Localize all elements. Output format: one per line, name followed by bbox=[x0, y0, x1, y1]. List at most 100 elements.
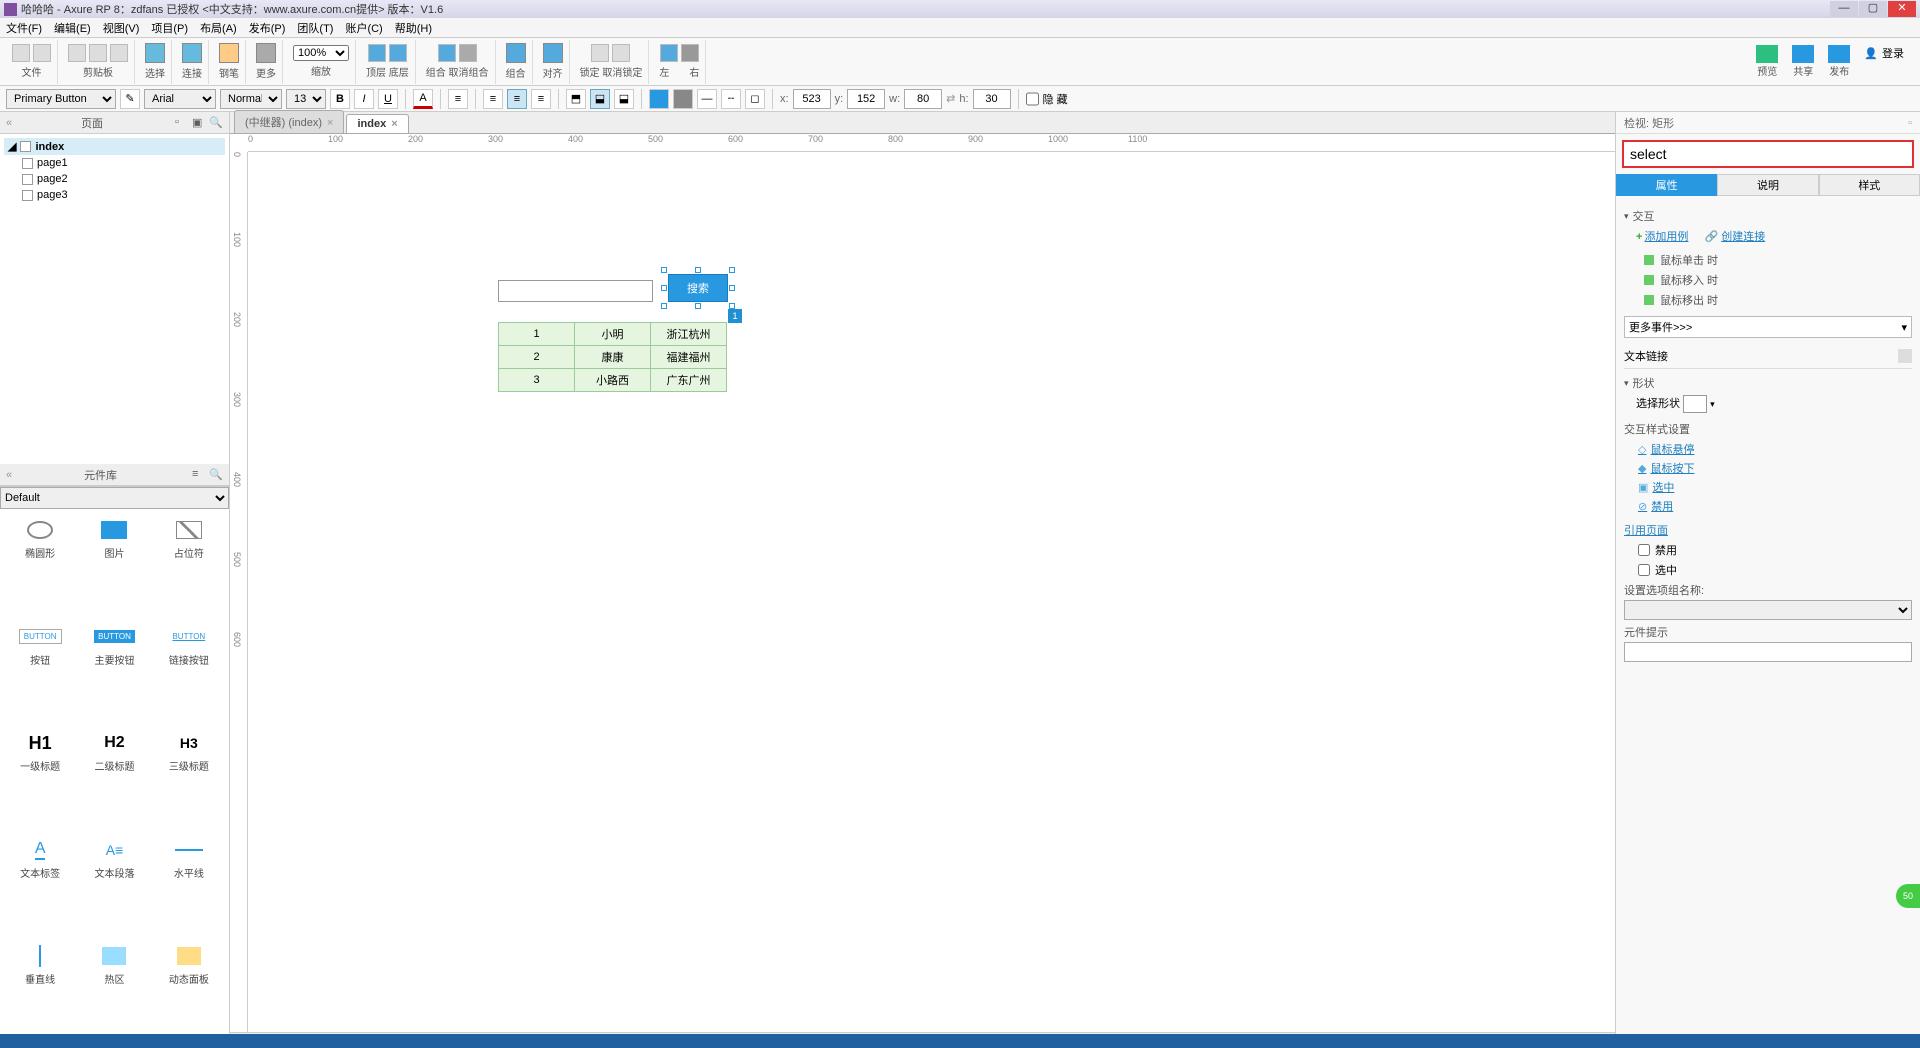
widget-type-select[interactable]: Primary Button bbox=[6, 89, 116, 109]
minimize-button[interactable]: — bbox=[1830, 1, 1858, 17]
shape-selector[interactable] bbox=[1683, 395, 1707, 413]
w-input[interactable] bbox=[904, 89, 942, 109]
open-icon[interactable] bbox=[33, 44, 51, 62]
search-pages-icon[interactable]: 🔍 bbox=[209, 116, 223, 130]
widget-H2[interactable]: H2二级标题 bbox=[78, 726, 150, 831]
table-cell[interactable]: 小路西 bbox=[575, 369, 651, 392]
inspector-tab-说明[interactable]: 说明 bbox=[1717, 174, 1818, 196]
hidden-checkbox[interactable] bbox=[1026, 89, 1039, 109]
group-icon[interactable] bbox=[438, 44, 456, 62]
weight-select[interactable]: Normal bbox=[220, 89, 282, 109]
table-cell[interactable]: 康康 bbox=[575, 346, 651, 369]
lock-icon[interactable] bbox=[591, 44, 609, 62]
zoom-select[interactable]: 100% bbox=[293, 45, 349, 61]
y-input[interactable] bbox=[847, 89, 885, 109]
lib-search-icon[interactable]: 🔍 bbox=[209, 468, 223, 482]
menu-item[interactable]: 编辑(E) bbox=[54, 20, 91, 36]
widget-primary-button[interactable]: BUTTON主要按钮 bbox=[78, 620, 150, 725]
inspector-tab-属性[interactable]: 属性 bbox=[1616, 174, 1717, 196]
inspector-tab-样式[interactable]: 样式 bbox=[1819, 174, 1920, 196]
new-icon[interactable] bbox=[12, 44, 30, 62]
left-dock-icon[interactable] bbox=[660, 44, 678, 62]
align-center-button[interactable]: ≡ bbox=[507, 89, 527, 109]
close-button[interactable]: ✕ bbox=[1888, 1, 1916, 17]
cut-icon[interactable] bbox=[68, 44, 86, 62]
menu-item[interactable]: 文件(F) bbox=[6, 20, 42, 36]
valign-top-button[interactable]: ⬒ bbox=[566, 89, 586, 109]
unlock-icon[interactable] bbox=[612, 44, 630, 62]
pen-icon[interactable] bbox=[219, 43, 239, 63]
table-cell[interactable]: 3 bbox=[499, 369, 575, 392]
style-manager-icon[interactable]: ✎ bbox=[120, 89, 140, 109]
ungroup-icon[interactable] bbox=[459, 44, 477, 62]
bullets-button[interactable]: ≡ bbox=[448, 89, 468, 109]
ref-page-link[interactable]: 引用页面 bbox=[1624, 522, 1912, 538]
widget-H1[interactable]: H1一级标题 bbox=[4, 726, 76, 831]
menu-item[interactable]: 团队(T) bbox=[297, 20, 333, 36]
widget-button[interactable]: BUTTON按钮 bbox=[4, 620, 76, 725]
editor-tab[interactable]: index× bbox=[346, 114, 408, 133]
page-item[interactable]: page3 bbox=[4, 187, 225, 203]
option-group-select[interactable] bbox=[1624, 600, 1912, 620]
front-icon[interactable] bbox=[368, 44, 386, 62]
widget-vline[interactable]: 垂直线 bbox=[4, 939, 76, 1044]
search-textfield[interactable] bbox=[498, 280, 653, 302]
maximize-button[interactable]: ▢ bbox=[1859, 1, 1887, 17]
valign-middle-button[interactable]: ⬓ bbox=[590, 89, 610, 109]
event-item[interactable]: 鼠标移出 时 bbox=[1624, 290, 1912, 310]
widget-image[interactable]: 图片 bbox=[78, 513, 150, 618]
fill-color-button[interactable] bbox=[649, 89, 669, 109]
style-link[interactable]: ◆鼠标按下 bbox=[1638, 460, 1912, 476]
lib-menu-icon[interactable]: ≡ bbox=[192, 468, 206, 482]
valign-bottom-button[interactable]: ⬓ bbox=[614, 89, 634, 109]
widget-hotspot[interactable]: 热区 bbox=[78, 939, 150, 1044]
x-input[interactable] bbox=[793, 89, 831, 109]
style-link[interactable]: ⊘禁用 bbox=[1638, 498, 1912, 514]
corner-button[interactable]: ◻ bbox=[745, 89, 765, 109]
event-item[interactable]: 鼠标单击 时 bbox=[1624, 250, 1912, 270]
interaction-badge[interactable]: 1 bbox=[728, 309, 742, 323]
align-right-button[interactable]: ≡ bbox=[531, 89, 551, 109]
table-cell[interactable]: 广东广州 bbox=[651, 369, 727, 392]
copy-icon[interactable] bbox=[89, 44, 107, 62]
menu-item[interactable]: 发布(P) bbox=[249, 20, 286, 36]
data-table[interactable]: 1小明浙江杭州2康康福建福州3小路西广东广州 bbox=[498, 322, 727, 392]
table-cell[interactable]: 浙江杭州 bbox=[651, 323, 727, 346]
menu-item[interactable]: 项目(P) bbox=[151, 20, 188, 36]
ribbon-共享[interactable]: 共享 bbox=[1792, 45, 1814, 78]
float-badge[interactable]: 50 bbox=[1896, 884, 1920, 908]
align-left-button[interactable]: ≡ bbox=[483, 89, 503, 109]
widget-H3[interactable]: H3三级标题 bbox=[153, 726, 225, 831]
paste-icon[interactable] bbox=[110, 44, 128, 62]
text-link-button[interactable] bbox=[1898, 349, 1912, 363]
ribbon-登录[interactable]: 👤登录 bbox=[1864, 45, 1904, 78]
h-input[interactable] bbox=[973, 89, 1011, 109]
widget-name-input[interactable] bbox=[1622, 140, 1914, 168]
widget-hline[interactable]: 水平线 bbox=[153, 833, 225, 938]
page-item[interactable]: page1 bbox=[4, 155, 225, 171]
library-select[interactable]: Default bbox=[0, 487, 229, 509]
interaction-section[interactable]: 交互 bbox=[1624, 208, 1912, 224]
border-color-button[interactable] bbox=[673, 89, 693, 109]
border-style-button[interactable]: ╌ bbox=[721, 89, 741, 109]
font-select[interactable]: Arial bbox=[144, 89, 216, 109]
style-link[interactable]: ◇鼠标悬停 bbox=[1638, 441, 1912, 457]
bold-button[interactable]: B bbox=[330, 89, 350, 109]
right-dock-icon[interactable] bbox=[681, 44, 699, 62]
editor-tab[interactable]: (中继器) (index)× bbox=[234, 110, 344, 133]
back-icon[interactable] bbox=[389, 44, 407, 62]
search-button[interactable]: 搜索 bbox=[668, 274, 728, 302]
widget-link-button[interactable]: BUTTON链接按钮 bbox=[153, 620, 225, 725]
page-root[interactable]: ◢index bbox=[4, 138, 225, 155]
table-cell[interactable]: 福建福州 bbox=[651, 346, 727, 369]
widget-ellipse[interactable]: 椭圆形 bbox=[4, 513, 76, 618]
underline-button[interactable]: U bbox=[378, 89, 398, 109]
ribbon-发布[interactable]: 发布 bbox=[1828, 45, 1850, 78]
widget-A≡[interactable]: A≡文本段落 bbox=[78, 833, 150, 938]
add-case-link[interactable]: 添加用例 bbox=[1644, 231, 1688, 243]
table-cell[interactable]: 1 bbox=[499, 323, 575, 346]
menu-item[interactable]: 帮助(H) bbox=[395, 20, 432, 36]
taskbar[interactable] bbox=[0, 1034, 1920, 1048]
add-page-icon[interactable]: ▫ bbox=[175, 116, 189, 130]
fontsize-select[interactable]: 13 bbox=[286, 89, 326, 109]
